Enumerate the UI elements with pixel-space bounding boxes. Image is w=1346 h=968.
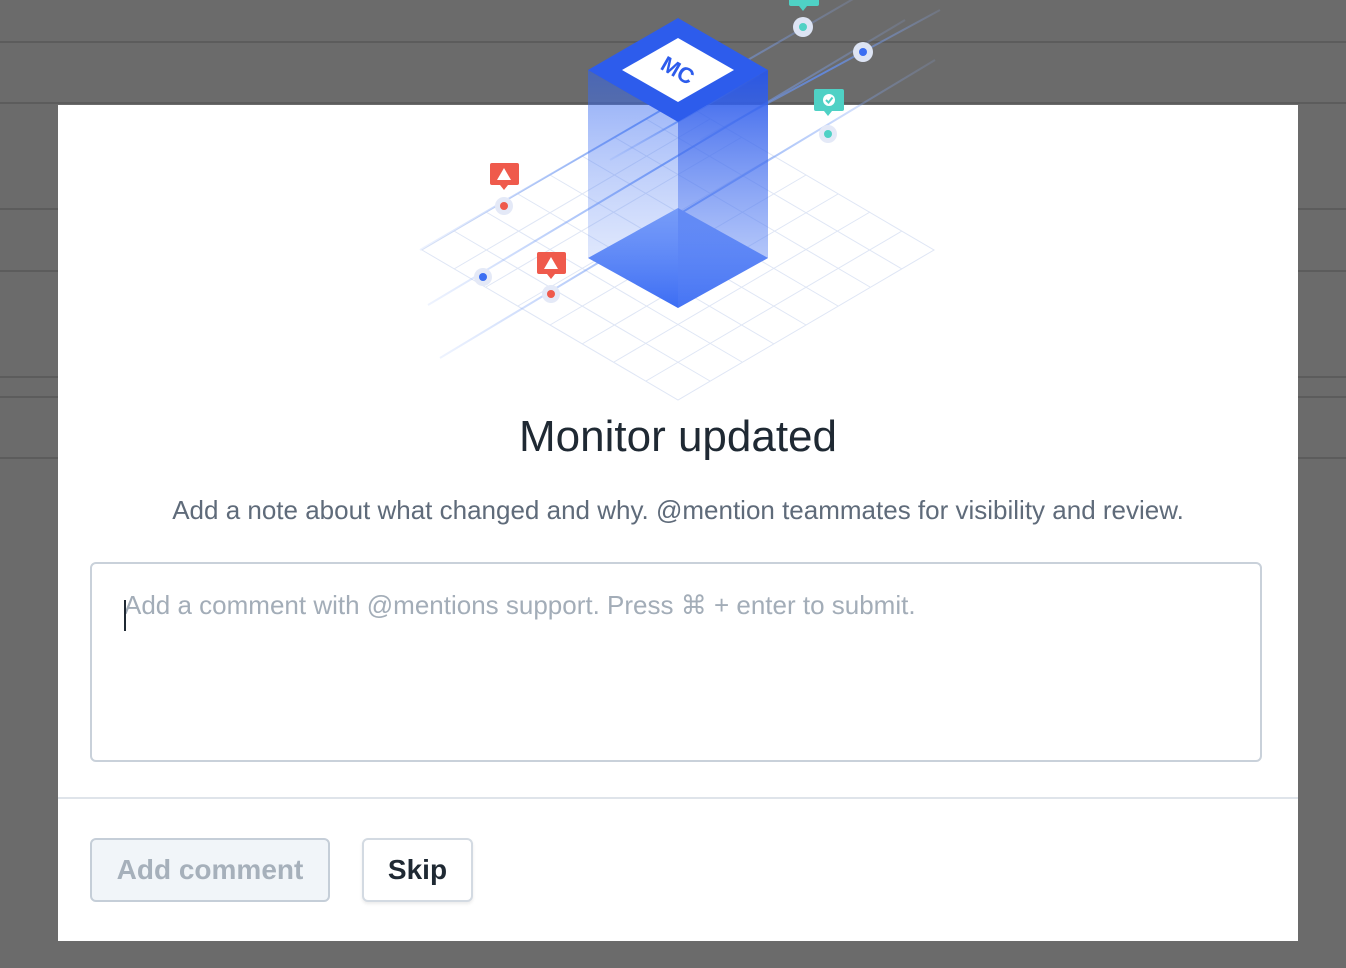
background-divider <box>0 41 1346 43</box>
add-comment-button[interactable]: Add comment <box>90 838 330 902</box>
background-divider <box>0 102 1346 104</box>
mc-logo-text: MC <box>657 51 699 90</box>
check-icon <box>789 0 819 37</box>
node-dot <box>853 42 873 62</box>
comment-field[interactable] <box>90 562 1262 762</box>
skip-button[interactable]: Skip <box>362 838 473 902</box>
modal-subtitle: Add a note about what changed and why. @… <box>172 495 1184 525</box>
modal-title: Monitor updated <box>519 412 837 462</box>
text-caret <box>124 600 126 631</box>
footer-divider <box>58 797 1298 799</box>
comment-input[interactable] <box>124 590 1224 740</box>
